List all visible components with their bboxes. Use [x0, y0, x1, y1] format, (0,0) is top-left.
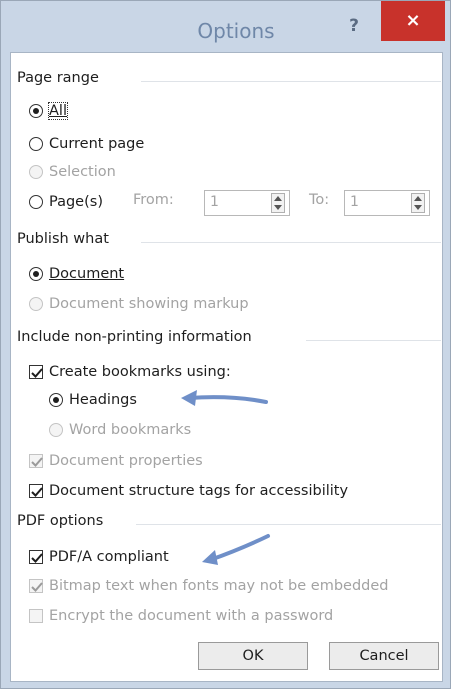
from-spin-arrows[interactable] — [271, 193, 285, 213]
annotation-arrow-icon — [181, 390, 268, 406]
from-spinner[interactable]: 1 — [204, 190, 290, 216]
to-value: 1 — [350, 194, 359, 210]
check-encrypt[interactable] — [29, 609, 43, 623]
group-publish-what: Publish what — [17, 231, 117, 247]
checkmark-icon — [31, 553, 43, 563]
radio-selection-label[interactable]: Selection — [49, 162, 116, 182]
radio-selection[interactable] — [29, 165, 43, 179]
check-structure-tags-label[interactable]: Document structure tags for accessibilit… — [49, 481, 348, 501]
check-document-properties-label[interactable]: Document properties — [49, 451, 203, 471]
radio-headings[interactable] — [49, 393, 63, 407]
radio-document-markup[interactable] — [29, 297, 43, 311]
check-bitmap-text[interactable] — [29, 579, 43, 593]
group-page-range: Page range — [17, 70, 107, 86]
dialog-body: Page range All Current page Selection Pa… — [10, 52, 443, 682]
check-encrypt-label[interactable]: Encrypt the document with a password — [49, 606, 333, 626]
radio-document[interactable] — [29, 267, 43, 281]
options-dialog: Options ? × Page range All Current page … — [0, 0, 451, 689]
check-structure-tags[interactable] — [29, 484, 43, 498]
divider — [136, 524, 441, 525]
radio-headings-label[interactable]: Headings — [69, 390, 137, 410]
check-pdfa[interactable] — [29, 550, 43, 564]
group-nonprinting: Include non-printing information — [17, 329, 260, 345]
to-spin-arrows[interactable] — [411, 193, 425, 213]
from-value: 1 — [210, 194, 219, 210]
divider — [141, 81, 441, 82]
check-create-bookmarks-label[interactable]: Create bookmarks using: — [49, 362, 231, 382]
ok-button[interactable]: OK — [198, 642, 308, 670]
from-label: From: — [133, 192, 174, 208]
check-document-properties[interactable] — [29, 454, 43, 468]
radio-current-page-label[interactable]: Current page — [49, 134, 144, 154]
cancel-button[interactable]: Cancel — [329, 642, 439, 670]
radio-current-page[interactable] — [29, 137, 43, 151]
radio-word-bookmarks[interactable] — [49, 423, 63, 437]
to-spinner[interactable]: 1 — [344, 190, 430, 216]
spin-arrows-icon — [414, 196, 422, 210]
divider — [141, 242, 441, 243]
close-button[interactable]: × — [381, 1, 445, 41]
radio-pages[interactable] — [29, 195, 43, 209]
radio-word-bookmarks-label[interactable]: Word bookmarks — [69, 420, 191, 440]
group-pdf-options: PDF options — [17, 513, 112, 529]
check-bitmap-text-label[interactable]: Bitmap text when fonts may not be embedd… — [49, 576, 389, 596]
check-pdfa-label[interactable]: PDF/A compliant — [49, 547, 169, 567]
divider — [306, 340, 441, 341]
title-bar: Options ? × — [1, 1, 450, 52]
radio-document-markup-label[interactable]: Document showing markup — [49, 294, 249, 314]
spin-arrows-icon — [274, 196, 282, 210]
checkmark-icon — [31, 368, 43, 378]
check-create-bookmarks[interactable] — [29, 365, 43, 379]
radio-all-label[interactable]: All — [48, 101, 68, 121]
checkmark-icon — [31, 487, 43, 497]
checkmark-icon — [31, 582, 43, 592]
checkmark-icon — [31, 457, 43, 467]
help-button[interactable]: ? — [341, 13, 367, 39]
radio-document-label[interactable]: Document — [49, 264, 124, 284]
radio-pages-label[interactable]: Page(s) — [49, 192, 103, 212]
to-label: To: — [309, 192, 330, 208]
radio-all[interactable] — [29, 104, 43, 118]
annotation-arrow-icon — [202, 534, 270, 565]
